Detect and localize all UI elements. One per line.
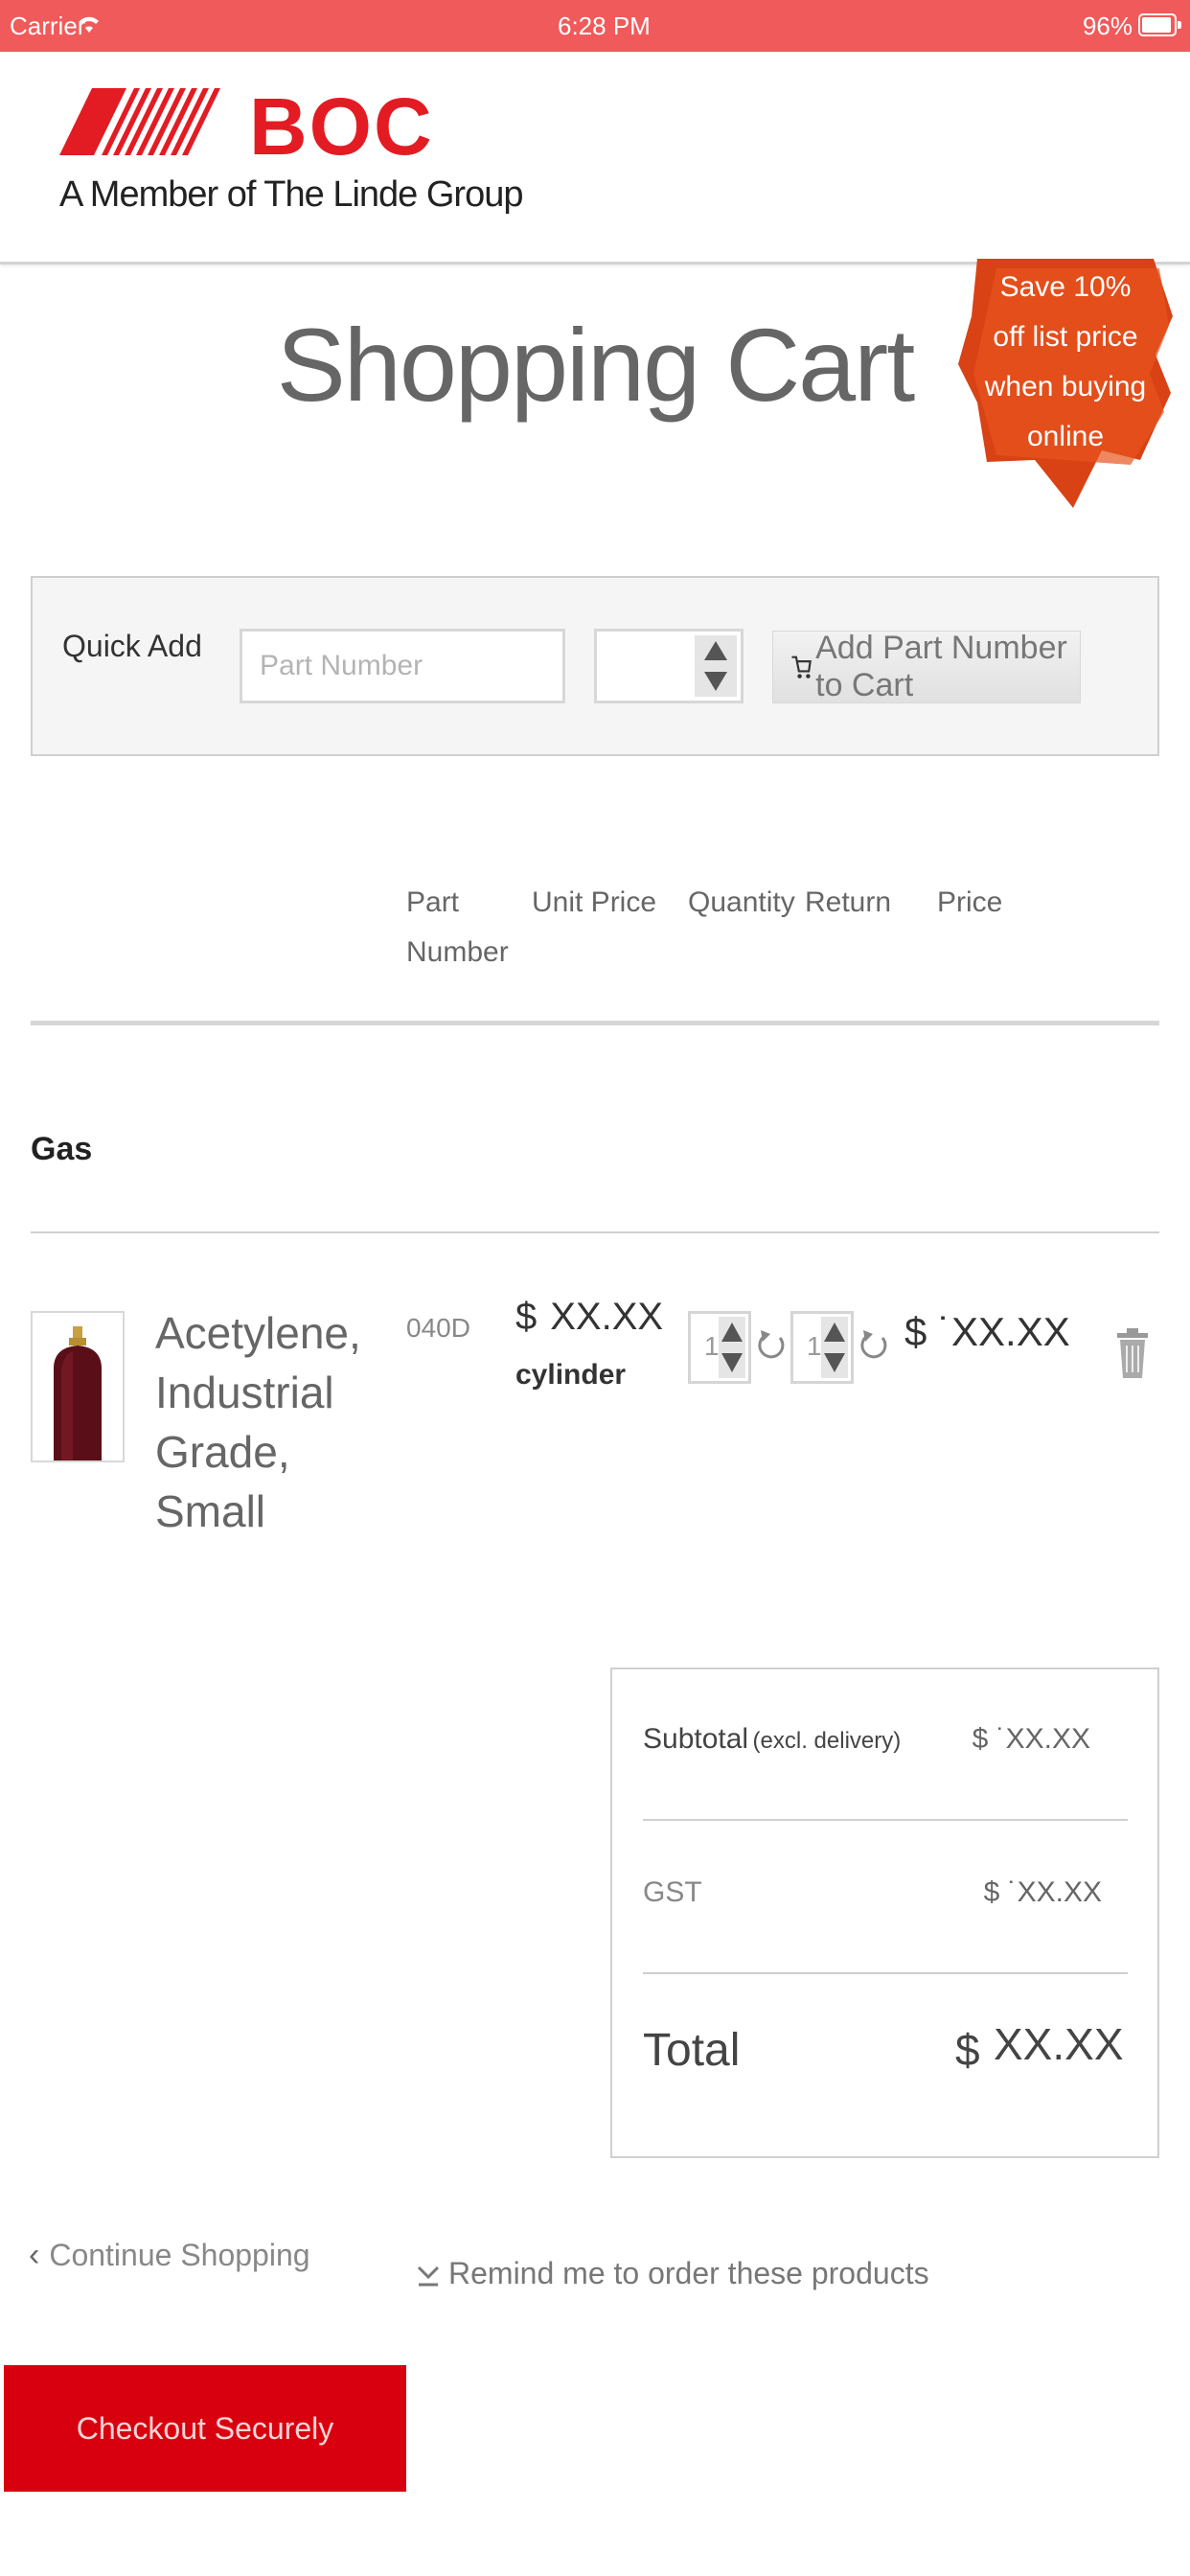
col-header-part-number: Part Number: [406, 878, 509, 978]
product-name-line1: Acetylene,: [155, 1308, 361, 1358]
product-part-number: 040D: [406, 1313, 470, 1343]
badge-line-1: Save 10%: [999, 271, 1132, 303]
clock: 6:28 PM: [558, 12, 651, 40]
unit-price-value: XX.XX: [550, 1296, 664, 1338]
subtotal-label: Subtotal: [643, 1723, 749, 1755]
remind-label: Remind me to order these products: [448, 2256, 929, 2290]
return-value: 1: [807, 1331, 822, 1361]
subtotal-label-group: Subtotal (excl. delivery): [643, 1723, 901, 1756]
refresh-return-icon[interactable]: [858, 1326, 890, 1365]
cart-icon: [791, 656, 812, 678]
col-header-return: Return: [805, 886, 892, 918]
quantity-spinner[interactable]: [719, 1317, 745, 1378]
carrier-label: Carrier: [10, 12, 86, 40]
col-header-price: Price: [937, 886, 1003, 918]
gst-label: GST: [643, 1876, 702, 1908]
promo-badge: Save 10% off list price when buying onli…: [958, 259, 1173, 508]
wifi-icon: [80, 16, 99, 33]
quantity-value: 1: [704, 1331, 720, 1361]
order-totals: Subtotal (excl. delivery) $ ˙XX.XX GST $…: [610, 1668, 1159, 2158]
gst-divider: [643, 1972, 1128, 1974]
category-heading: Gas: [31, 1131, 93, 1167]
unit-label: cylinder: [515, 1359, 627, 1391]
return-down-arrow-icon[interactable]: [824, 1353, 845, 1372]
return-spinner[interactable]: [821, 1317, 848, 1378]
decrement-arrow-icon[interactable]: [704, 672, 727, 691]
gst-value: $ ˙XX.XX: [983, 1876, 1102, 1908]
continue-shopping-label: Continue Shopping: [49, 2238, 310, 2272]
boc-logo[interactable]: BOC: [249, 80, 434, 173]
add-part-label: Add Part Number to Cart: [815, 630, 1067, 703]
badge-line-4: online: [1026, 421, 1105, 452]
increment-arrow-icon[interactable]: [704, 641, 727, 660]
quantity-spinner[interactable]: [695, 635, 737, 697]
return-up-arrow-icon[interactable]: [824, 1322, 845, 1342]
quantity-stepper[interactable]: 1: [688, 1311, 751, 1384]
quick-add-label: Quick Add: [62, 629, 202, 663]
battery-percent: 96%: [1082, 12, 1133, 40]
unit-price: $ XX.XX: [515, 1296, 663, 1339]
gas-cylinder-image: [33, 1313, 123, 1460]
quantity-down-arrow-icon[interactable]: [721, 1353, 743, 1372]
quantity-up-arrow-icon[interactable]: [721, 1322, 743, 1342]
line-price: $ ˙XX.XX: [904, 1309, 1070, 1354]
return-stepper[interactable]: 1: [790, 1311, 854, 1384]
col-header-unit-price: Unit Price: [532, 886, 657, 918]
total-currency: $: [955, 2025, 980, 2075]
status-bar: Carrier 6:28 PM 96%: [0, 0, 1190, 52]
badge-line-3: when buying: [984, 371, 1147, 402]
product-name[interactable]: Acetylene, Industrial Grade, Small: [155, 1303, 385, 1541]
category-divider: [31, 1231, 1159, 1233]
download-chevron-icon: [417, 2266, 440, 2287]
unit-price-currency: $: [515, 1296, 538, 1338]
col-header-part-line1: Part: [406, 886, 460, 918]
col-header-part-line2: Number: [406, 936, 509, 968]
subtotal-note: (excl. delivery): [752, 1728, 902, 1754]
refresh-quantity-icon[interactable]: [755, 1326, 788, 1365]
logo-tagline: A Member of The Linde Group: [59, 174, 523, 215]
total-value: XX.XX: [994, 2019, 1124, 2069]
table-header-divider: [31, 1021, 1159, 1025]
battery-icon: [1138, 13, 1181, 36]
product-name-line3: Grade, Small: [155, 1427, 290, 1536]
checkout-securely-button[interactable]: Checkout Securely: [4, 2365, 406, 2492]
chevron-left-icon: ‹: [29, 2237, 40, 2273]
continue-shopping-link[interactable]: ‹ Continue Shopping: [29, 2237, 310, 2274]
boc-stripes-logo-icon[interactable]: [59, 88, 241, 155]
badge-line-2: off list price: [993, 321, 1138, 353]
subtotal-value: $ ˙XX.XX: [972, 1723, 1090, 1755]
remind-me-link[interactable]: Remind me to order these products: [416, 2256, 929, 2291]
add-part-to-cart-button[interactable]: Add Part Number to Cart: [772, 630, 1081, 703]
product-name-line2: Industrial: [155, 1368, 334, 1417]
quick-add-quantity-stepper[interactable]: [594, 629, 744, 703]
product-thumbnail[interactable]: [31, 1311, 125, 1462]
part-number-input[interactable]: [240, 629, 565, 703]
trash-icon[interactable]: [1115, 1326, 1150, 1380]
col-header-quantity: Quantity: [688, 886, 795, 918]
subtotal-divider: [643, 1819, 1128, 1821]
site-header: BOC A Member of The Linde Group: [0, 52, 1190, 264]
total-label: Total: [643, 2025, 741, 2076]
